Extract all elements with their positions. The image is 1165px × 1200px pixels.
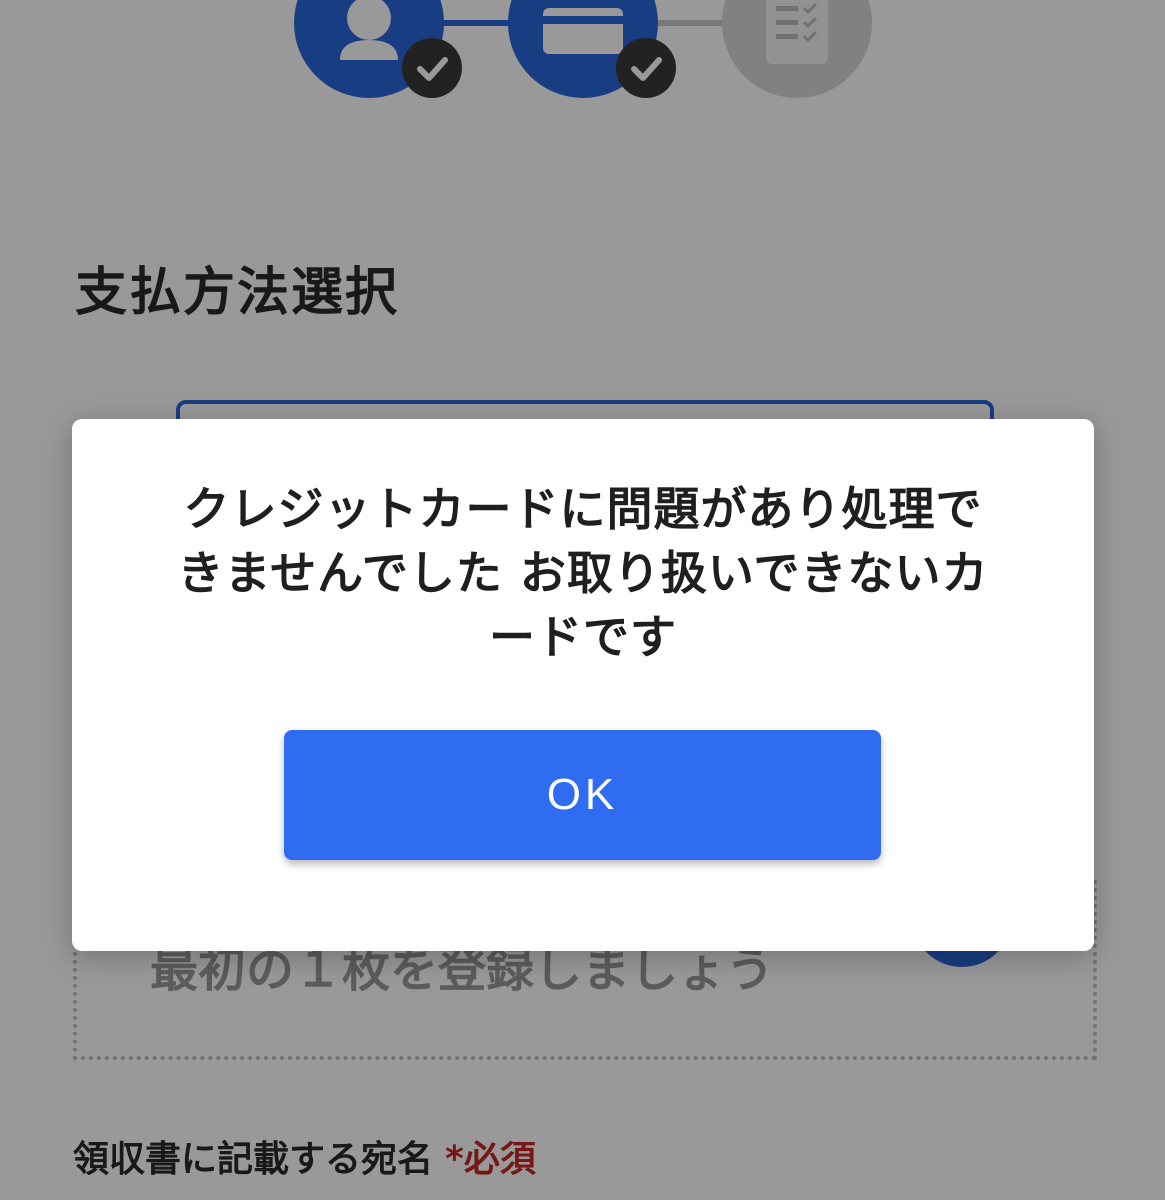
- error-dialog: クレジットカードに問題があり処理できませんでした お取り扱いできないカードです …: [72, 419, 1094, 951]
- ok-button[interactable]: OK: [284, 730, 881, 860]
- error-message: クレジットカードに問題があり処理できませんでした お取り扱いできないカードです: [177, 482, 989, 664]
